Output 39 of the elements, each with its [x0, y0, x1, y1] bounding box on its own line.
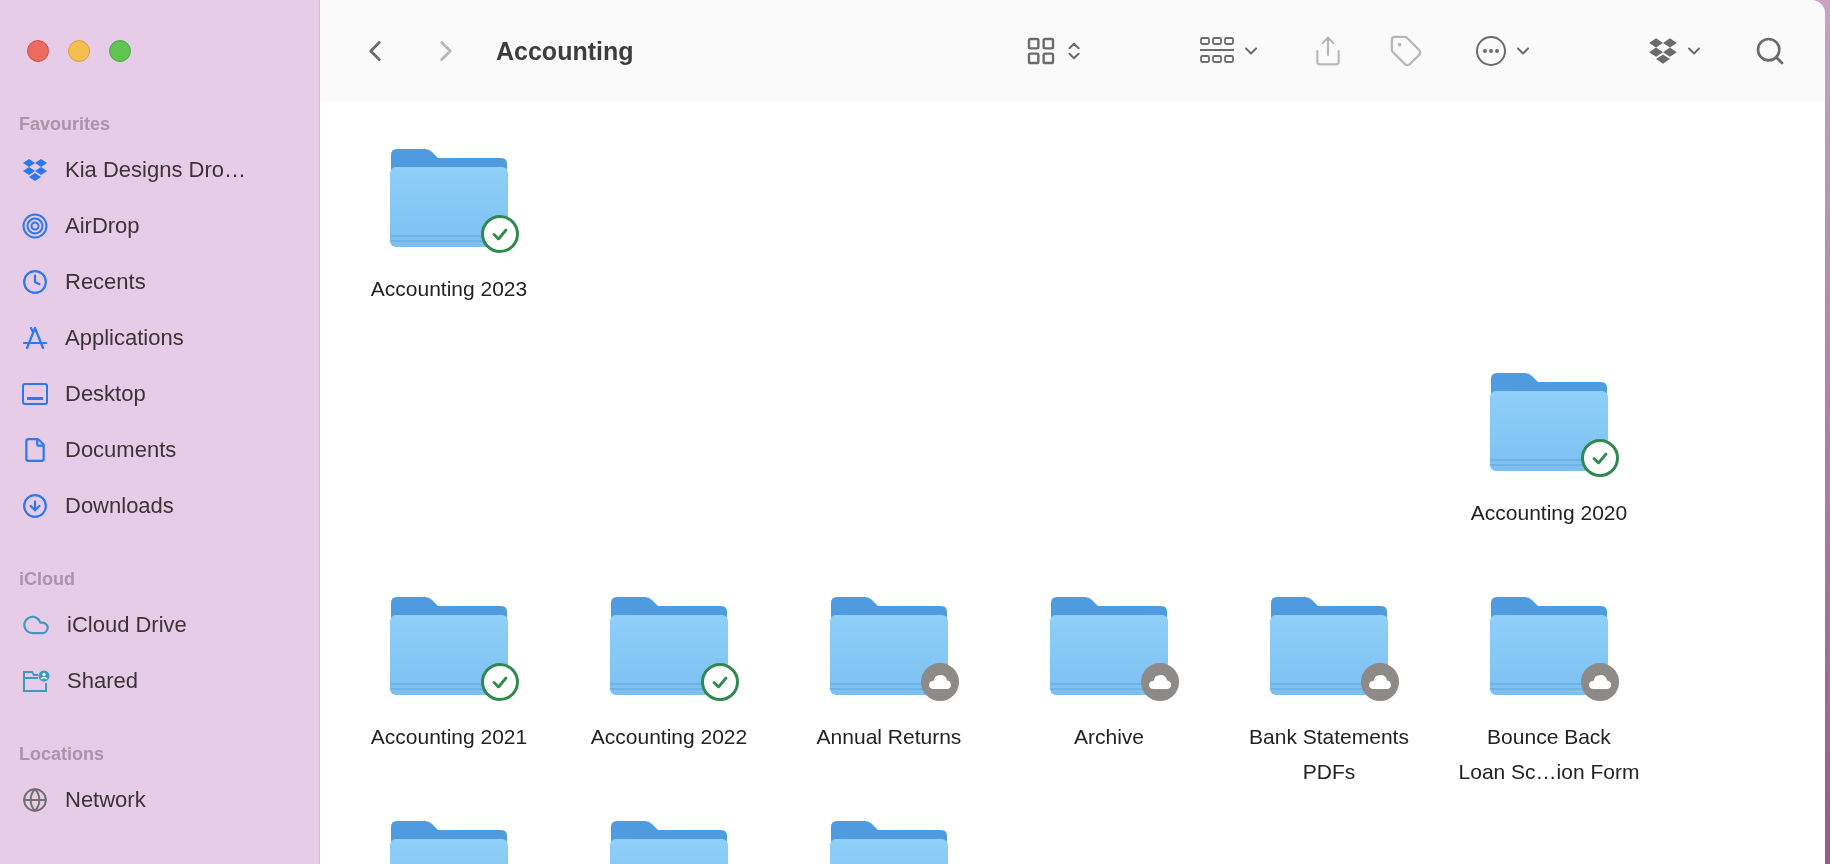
- search-icon: [1754, 35, 1786, 67]
- shared-folder-icon: [22, 669, 50, 693]
- dropbox-icon: [1648, 37, 1678, 65]
- sidebar-item[interactable]: Desktop: [65, 381, 146, 407]
- folder-name[interactable]: Bounce Back Loan Sc…ion Form: [1458, 719, 1640, 789]
- clock-icon: [22, 269, 48, 295]
- group-icon: [1199, 36, 1235, 66]
- sidebar-item[interactable]: Recents: [65, 269, 146, 295]
- document-icon: [22, 437, 48, 463]
- dropbox-icon: [22, 158, 48, 182]
- sidebar-item[interactable]: Applications: [65, 325, 184, 351]
- search-button[interactable]: [1754, 35, 1786, 67]
- folder-name[interactable]: Annual Returns: [816, 719, 962, 754]
- more-icon: [1475, 35, 1507, 67]
- sidebar-item[interactable]: Network: [65, 787, 146, 813]
- sidebar-item[interactable]: Documents: [65, 437, 177, 463]
- grid-icon: [1025, 35, 1057, 67]
- folder-name[interactable]: Accounting 2020: [1470, 495, 1628, 530]
- close-window-button[interactable]: [27, 40, 49, 62]
- download-icon: [22, 493, 48, 519]
- desktop-icon: [22, 383, 48, 405]
- folder-name[interactable]: Accounting 2022: [590, 719, 748, 754]
- folder-name[interactable]: Bank Statements PDFs: [1249, 719, 1409, 789]
- airdrop-icon: [22, 213, 48, 239]
- folder-name[interactable]: Archive: [1074, 719, 1144, 754]
- sidebar-item[interactable]: iCloud Drive: [67, 612, 187, 638]
- sidebar-heading: Locations: [18, 743, 105, 766]
- folder-name[interactable]: Accounting 2021: [370, 719, 528, 754]
- applications-icon: [22, 325, 48, 351]
- folder-name[interactable]: Accounting 2023: [370, 271, 528, 306]
- tag-icon: [1389, 34, 1423, 68]
- sidebar-item[interactable]: Downloads: [65, 493, 174, 519]
- sidebar-item[interactable]: Shared: [67, 668, 138, 694]
- sidebar-item[interactable]: AirDrop: [65, 213, 140, 239]
- sidebar-heading: iCloud: [18, 568, 76, 591]
- sidebar-heading: Favourites: [18, 113, 112, 136]
- sidebar-item[interactable]: Kia Designs Dro…: [65, 157, 246, 183]
- globe-icon: [22, 787, 48, 813]
- window-title: Accounting: [496, 36, 634, 66]
